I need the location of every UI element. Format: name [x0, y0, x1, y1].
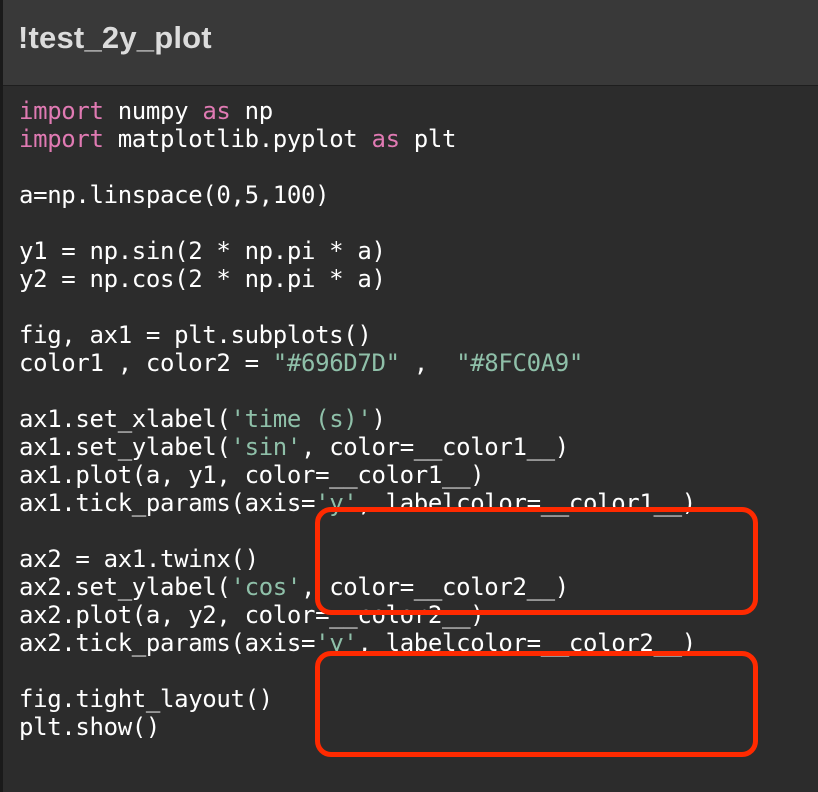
- code-text: color1 , color2 =: [19, 349, 273, 377]
- code-text: y2 = np.cos(2 * np.pi * a): [19, 265, 386, 293]
- code-text: a=np.linspace(0,5,100): [19, 181, 330, 209]
- code-text: ax2 = ax1.twinx(): [19, 545, 259, 573]
- code-text: ax1.plot(a, y1, color=__color1__): [19, 461, 485, 489]
- code-text: fig, ax1 = plt.subplots(): [19, 321, 372, 349]
- code-text: fig.tight_layout(): [19, 685, 273, 713]
- code-text: ): [371, 405, 386, 433]
- code-line[interactable]: color1 , color2 = "#696D7D" , "#8FC0A9": [19, 349, 696, 377]
- code-string: 'sin': [230, 433, 302, 461]
- code-string: "#8FC0A9": [456, 349, 584, 377]
- code-line[interactable]: ax1.set_ylabel('sin', color=__color1__): [19, 433, 696, 461]
- title-bar: !test_2y_plot: [3, 0, 818, 86]
- code-text: , color=__color1__): [301, 433, 569, 461]
- code-line[interactable]: fig, ax1 = plt.subplots(): [19, 321, 696, 349]
- code-text: numpy: [103, 97, 203, 125]
- code-text: ax2.set_ylabel(: [19, 573, 231, 601]
- code-line[interactable]: [19, 153, 696, 181]
- code-line[interactable]: [19, 293, 696, 321]
- code-line[interactable]: import matplotlib.pyplot as plt: [19, 125, 696, 153]
- code-keyword: import: [19, 125, 104, 153]
- code-text: ax1.set_xlabel(: [19, 405, 231, 433]
- code-text: np: [230, 97, 274, 125]
- code-string: "#696D7D": [272, 349, 400, 377]
- code-text: plt: [399, 125, 457, 153]
- code-line[interactable]: y1 = np.sin(2 * np.pi * a): [19, 237, 696, 265]
- code-text: y1 = np.sin(2 * np.pi * a): [19, 237, 386, 265]
- code-text: plt.show(): [19, 713, 160, 741]
- code-text: ,: [399, 349, 457, 377]
- code-line[interactable]: import numpy as np: [19, 97, 696, 125]
- code-line[interactable]: ax1.set_xlabel('time (s)'): [19, 405, 696, 433]
- code-string: 'cos': [230, 573, 302, 601]
- code-string: 'time (s)': [230, 405, 372, 433]
- code-text: ax1.set_ylabel(: [19, 433, 231, 461]
- code-line[interactable]: y2 = np.cos(2 * np.pi * a): [19, 265, 696, 293]
- code-block[interactable]: import numpy as np import matplotlib.pypl…: [19, 97, 696, 741]
- code-text: ax2.tick_params(axis=: [19, 629, 316, 657]
- highlight-box-color2: [315, 651, 758, 757]
- code-keyword: as: [202, 97, 231, 125]
- editor-window: !test_2y_plot import numpy as np import m…: [0, 0, 818, 792]
- code-line[interactable]: [19, 377, 696, 405]
- code-editor[interactable]: import numpy as np import matplotlib.pypl…: [3, 87, 818, 792]
- code-line[interactable]: ax1.plot(a, y1, color=__color1__): [19, 461, 696, 489]
- highlight-box-color1: [315, 507, 758, 615]
- code-keyword: import: [19, 97, 104, 125]
- code-keyword: as: [371, 125, 401, 153]
- code-text: matplotlib.pyplot: [103, 125, 372, 153]
- document-title: !test_2y_plot: [18, 20, 212, 55]
- code-line[interactable]: [19, 209, 696, 237]
- code-text: ax1.tick_params(axis=: [19, 489, 316, 517]
- code-line[interactable]: a=np.linspace(0,5,100): [19, 181, 696, 209]
